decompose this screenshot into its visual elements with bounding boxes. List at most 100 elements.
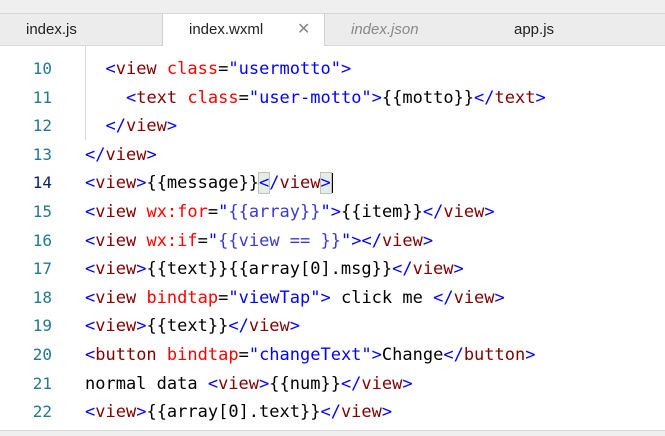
code-token: ": [320, 202, 331, 222]
code-token: <: [85, 230, 96, 251]
code-token: >: [371, 87, 382, 108]
code-token: "changeText": [248, 345, 372, 365]
code-token: view: [105, 144, 147, 165]
line-number: 17: [32, 259, 52, 279]
code-token: text: [136, 87, 178, 108]
code-token: click me: [330, 287, 434, 308]
code-token: "viewTap": [228, 287, 321, 308]
code-token: {{item}}: [341, 202, 423, 222]
code-token: bindtap: [166, 345, 239, 365]
code-token: view: [218, 373, 260, 394]
code-token: view: [381, 230, 423, 251]
tab-index-json[interactable]: index.json: [325, 14, 490, 46]
code-token: <: [207, 373, 219, 394]
code-token: >: [330, 202, 341, 222]
text-cursor: [330, 173, 333, 194]
code-token: {{view == }}: [218, 230, 341, 251]
code-token: view: [279, 173, 321, 194]
code-token: <: [85, 287, 96, 308]
code-token: button: [463, 345, 526, 365]
code-text: <button bindtap="changeText">Change</but…: [85, 341, 535, 369]
code-token: normal data: [85, 373, 208, 394]
window-top-strip: [0, 0, 665, 13]
line-number: 19: [32, 316, 52, 336]
code-token: >: [422, 230, 434, 251]
code-token: >: [136, 316, 147, 337]
code-token: wx:if: [146, 230, 198, 251]
code-token: "usermotto": [228, 59, 341, 79]
code-text: <view class="usermotto">: [105, 55, 351, 83]
code-token: <: [85, 259, 96, 280]
code-token: =: [238, 345, 249, 365]
code-token: view: [361, 373, 403, 394]
code-token: <: [85, 402, 96, 423]
code-token: </: [320, 402, 341, 423]
line-number: 13: [32, 144, 52, 164]
code-token: >: [289, 316, 301, 337]
code-token: view: [453, 287, 495, 308]
code-token: view: [95, 202, 137, 222]
line-number: 12: [32, 116, 52, 136]
tab-label: app.js: [514, 21, 555, 38]
code-token: </: [433, 287, 454, 308]
code-token: view: [95, 259, 137, 280]
code-text: </view>: [85, 141, 157, 169]
code-token: >: [494, 287, 505, 308]
tab-index-wxml[interactable]: index.wxml ✕: [162, 14, 325, 47]
tab-label: index.js: [26, 21, 77, 38]
code-token: {{array[0].text}}: [146, 402, 321, 423]
code-token: </: [443, 345, 464, 365]
tab-app-js[interactable]: app.js: [490, 14, 665, 46]
code-text: </view>: [105, 112, 177, 140]
code-token: {{array}}: [228, 202, 321, 222]
code-token: wx:for: [146, 202, 208, 222]
code-token: view: [95, 173, 137, 194]
code-text: <view>{{message}}</view>: [85, 169, 333, 197]
code-token: >: [535, 87, 546, 108]
code-token: view: [125, 116, 167, 137]
code-token: >: [259, 373, 270, 394]
code-token: >: [319, 172, 332, 195]
code-token: view: [95, 402, 137, 423]
code-token: >: [453, 259, 464, 280]
code-text: <view>{{array[0].text}}</view>: [85, 398, 392, 426]
code-token: >: [136, 173, 147, 194]
code-token: =: [207, 202, 219, 222]
code-token: text: [494, 87, 536, 108]
code-token: </: [392, 259, 413, 280]
code-token: </: [340, 373, 362, 394]
line-number: 10: [32, 59, 52, 78]
code-token: >: [381, 402, 393, 423]
code-token: /: [269, 173, 280, 194]
code-text: <view wx:if="{{view == }}"></view>: [85, 227, 433, 255]
code-token: {{num}}: [269, 373, 341, 394]
code-token: view: [412, 259, 454, 280]
code-token: >: [402, 373, 413, 394]
code-token: >: [320, 287, 331, 308]
code-token: "user-motto": [248, 87, 372, 108]
code-text: normal data <view>{{num}}</view>: [85, 370, 413, 398]
horizontal-scrollbar[interactable]: [0, 430, 665, 436]
code-token: bindtap: [146, 287, 219, 308]
code-token: <: [258, 172, 271, 195]
code-token: <: [125, 87, 137, 108]
line-number: 15: [32, 202, 52, 221]
code-token: view: [115, 59, 157, 79]
code-token: >: [166, 116, 178, 137]
code-token: </: [228, 316, 249, 337]
close-icon[interactable]: ✕: [297, 14, 310, 46]
tab-index-js[interactable]: index.js: [0, 14, 162, 46]
code-token: =: [197, 230, 208, 251]
code-text: <view wx:for="{{array}}">{{item}}</view>: [85, 198, 495, 226]
line-number: 20: [32, 345, 52, 364]
tab-label: index.json: [351, 21, 419, 38]
code-text: <text class="user-motto">{{motto}}</text…: [126, 84, 546, 112]
code-editor[interactable]: 10 <view class="usermotto"> 11 <text class=…: [0, 46, 665, 430]
code-token: class: [187, 87, 239, 108]
code-token: <: [85, 316, 96, 337]
code-token: Change: [381, 345, 444, 365]
